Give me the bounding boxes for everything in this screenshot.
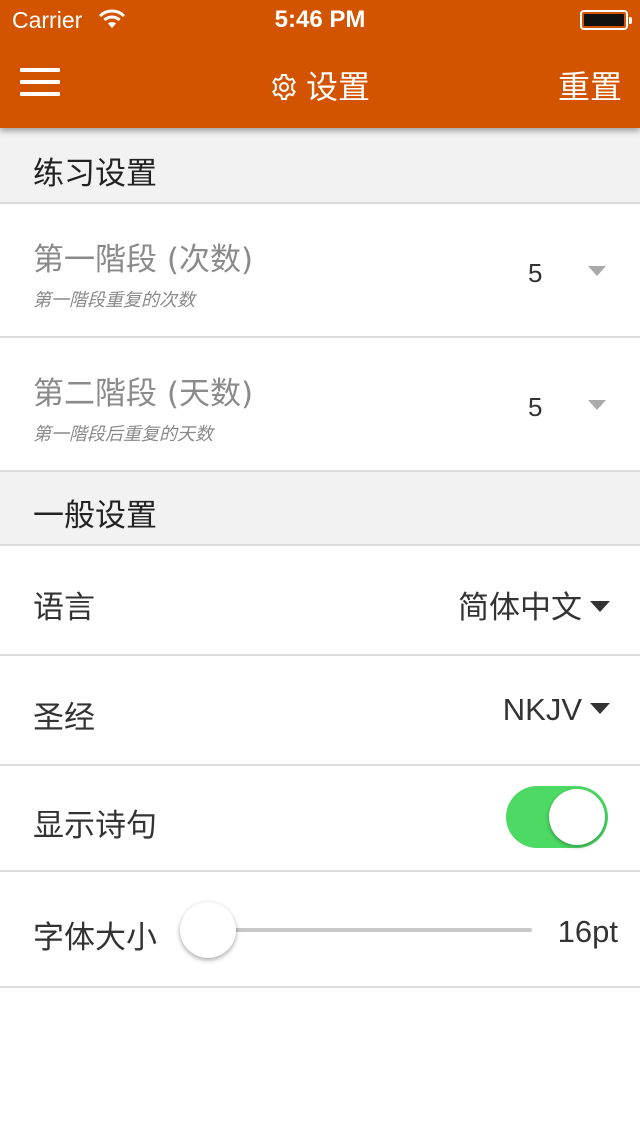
section-header-practice: 练习设置 [0,128,640,204]
page-title: 设置 [0,62,640,108]
stage2-title: 第二階段 (天数) [33,376,254,412]
language-label: 语言 [33,590,95,626]
language-row[interactable]: 语言 简体中文 [0,546,640,656]
page-title-text: 设置 [305,68,370,106]
caret-down-icon [590,601,610,612]
language-value: 简体中文 [458,590,582,626]
chevron-down-icon[interactable] [588,400,606,410]
bible-select[interactable]: NKJV [503,692,610,728]
gear-icon [272,74,296,100]
stage2-subtitle: 第一階段后重复的天数 [33,424,213,445]
bible-label: 圣经 [33,700,95,736]
stage1-value[interactable]: 5 [528,258,542,289]
bible-value: NKJV [502,692,582,727]
font-size-value: 16pt [557,914,618,949]
status-bar: Carrier 5:46 PM [0,0,640,40]
show-verse-row: 显示诗句 [0,766,640,872]
font-size-row: 字体大小 16pt [0,872,640,988]
show-verse-toggle[interactable] [506,786,608,848]
section-header-general: 一般设置 [0,472,640,546]
font-size-slider-thumb[interactable] [180,902,236,958]
font-size-label: 字体大小 [33,920,157,956]
show-verse-label: 显示诗句 [33,808,157,844]
stage1-subtitle: 第一階段重复的次数 [33,290,195,311]
bible-row[interactable]: 圣经 NKJV [0,656,640,766]
caret-down-icon [590,703,610,714]
clock: 5:46 PM [274,6,366,33]
language-select[interactable]: 简体中文 [458,582,610,627]
battery-icon [580,10,632,30]
top-bar: Carrier 5:46 PM 设置 重置 [0,0,640,128]
stage2-value[interactable]: 5 [528,392,542,423]
section-title: 练习设置 [33,156,157,192]
section-title: 一般设置 [33,498,157,534]
stage1-title: 第一階段 (次数) [33,242,254,278]
font-size-slider-track[interactable] [208,928,532,932]
reset-button[interactable]: 重置 [558,62,622,108]
chevron-down-icon[interactable] [588,266,606,276]
stage2-row[interactable]: 第二階段 (天数) 第一階段后重复的天数 5 [0,338,640,472]
toggle-knob [549,789,605,845]
stage1-row[interactable]: 第一階段 (次数) 第一階段重复的次数 5 [0,204,640,338]
